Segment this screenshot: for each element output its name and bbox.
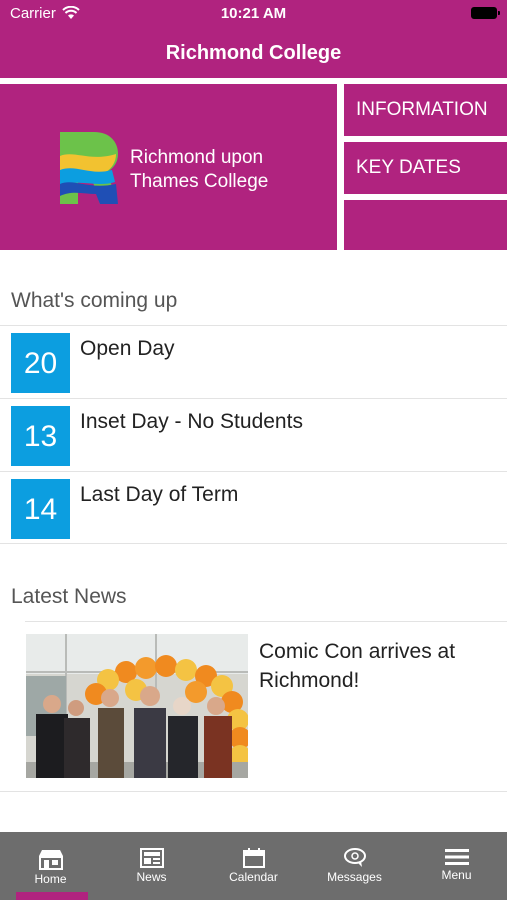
bottom-tab-bar: Home News Calendar Messages Menu	[0, 832, 507, 900]
college-logo-icon	[60, 132, 118, 204]
news-photo-image	[26, 634, 248, 778]
news-icon	[139, 848, 164, 868]
news-photo	[26, 634, 248, 778]
key-dates-tile-label: KEY DATES	[356, 157, 461, 178]
home-icon	[38, 850, 63, 870]
event-date-badge: 20	[11, 333, 70, 393]
news-item[interactable]: Comic Con arrives at Richmond!	[0, 622, 507, 792]
tab-menu-label: Menu	[441, 868, 472, 882]
event-row[interactable]: 13 Inset Day - No Students	[0, 398, 507, 471]
calendar-icon	[242, 848, 265, 868]
latest-news-heading: Latest News	[11, 585, 127, 608]
college-logo-tile[interactable]: Richmond upon Thames College	[0, 84, 337, 250]
menu-icon	[444, 849, 469, 865]
event-row[interactable]: 20 Open Day	[0, 325, 507, 398]
events-list: 20 Open Day 13 Inset Day - No Students 1…	[0, 325, 507, 544]
event-date-badge: 13	[11, 406, 70, 466]
tab-calendar[interactable]: Calendar	[203, 832, 304, 900]
event-title: Last Day of Term	[80, 483, 239, 506]
hero-section: Richmond upon Thames College INFORMATION…	[0, 84, 507, 250]
tab-menu[interactable]: Menu	[406, 832, 507, 900]
logo-line-2: Thames College	[130, 171, 269, 192]
event-row[interactable]: 14 Last Day of Term	[0, 471, 507, 544]
battery-icon	[471, 7, 500, 19]
status-time: 10:21 AM	[220, 5, 287, 22]
empty-tile[interactable]	[344, 200, 507, 250]
key-dates-tile[interactable]: KEY DATES	[344, 142, 507, 194]
tab-messages-label: Messages	[327, 870, 382, 884]
logo-line-1: Richmond upon	[130, 147, 264, 168]
coming-up-heading: What's coming up	[11, 289, 178, 312]
messages-icon	[343, 848, 366, 867]
college-logo-text: Richmond upon Thames College	[130, 146, 268, 194]
tab-messages[interactable]: Messages	[304, 832, 405, 900]
tab-home-label: Home	[34, 872, 67, 886]
page-title: Richmond College	[165, 42, 342, 64]
active-tab-indicator	[16, 892, 88, 900]
app-header: Richmond College	[0, 28, 507, 78]
information-tile-label: INFORMATION	[356, 99, 488, 120]
tab-news-label: News	[136, 870, 167, 884]
tab-home[interactable]: Home	[0, 832, 101, 900]
tab-news[interactable]: News	[101, 832, 202, 900]
tab-calendar-label: Calendar	[229, 870, 278, 884]
event-date-badge: 14	[11, 479, 70, 539]
event-title: Open Day	[80, 337, 175, 360]
event-title: Inset Day - No Students	[80, 410, 303, 433]
news-headline: Comic Con arrives at Richmond!	[259, 640, 456, 692]
status-bar: Carrier 10:21 AM	[0, 0, 507, 28]
information-tile[interactable]: INFORMATION	[344, 84, 507, 136]
